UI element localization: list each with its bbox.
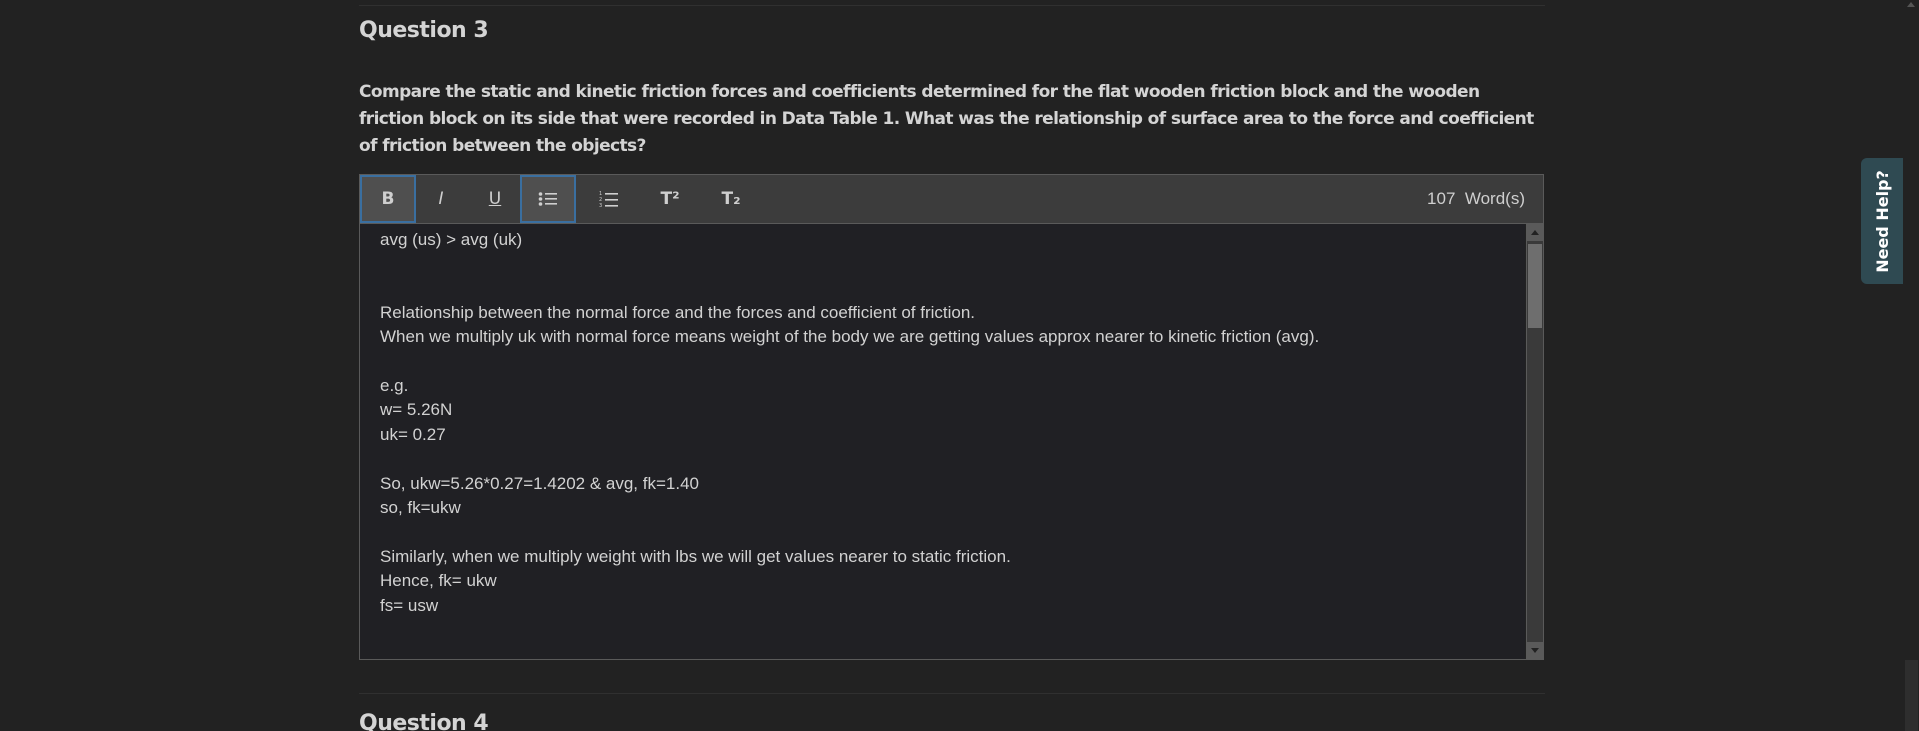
answer-line: w= 5.26N [380,400,453,419]
scroll-down-arrow-icon[interactable] [1527,642,1543,659]
scroll-thumb[interactable] [1528,244,1542,328]
subscript-button[interactable]: T₂ [703,175,759,223]
page-scrollbar[interactable] [1904,0,1919,731]
bold-icon: B [381,189,395,209]
superscript-icon: T² [660,189,680,209]
word-count: 107 Word(s) [1427,175,1525,223]
italic-button[interactable]: I [413,175,469,223]
bullet-list-icon [538,192,557,206]
editor-toolbar: B I U 1 2 3 T² T₂ 107 Word(s) [360,175,1543,224]
numbered-list-button[interactable]: 1 2 3 [581,175,637,223]
underline-icon: U [488,189,502,209]
bold-button[interactable]: B [360,175,416,223]
question-3-title: Question 3 [359,18,489,43]
word-count-label: Word(s) [1464,189,1525,208]
page: Question 3 Compare the static and kineti… [0,0,1919,731]
answer-line: fs= usw [380,596,439,615]
answer-line: Similarly, when we multiply weight with … [380,547,1011,566]
superscript-button[interactable]: T² [642,175,698,223]
divider [359,693,1545,694]
svg-text:3: 3 [599,203,602,208]
question-4-title: Question 4 [359,711,489,731]
bullet-list-button[interactable] [520,175,576,223]
page-scroll-up-icon[interactable] [1907,2,1915,7]
answer-line: Relationship between the normal force an… [380,303,976,322]
answer-text-area[interactable]: avg (us) > avg (uk) Relationship between… [360,224,1525,659]
answer-line: uk= 0.27 [380,425,446,444]
answer-line: e.g. [380,376,409,395]
need-help-label: Need Help? [1872,169,1892,273]
question-3-prompt: Compare the static and kinetic friction … [359,82,1534,156]
subscript-icon: T₂ [721,189,741,209]
scroll-up-arrow-icon[interactable] [1527,224,1543,241]
word-count-value: 107 [1427,189,1456,208]
answer-line: When we multiply uk with normal force me… [380,327,1320,346]
answer-line: Hence, fk= ukw [380,571,497,590]
editor-scrollbar[interactable] [1526,224,1543,659]
need-help-tab[interactable]: Need Help? [1861,158,1903,284]
page-scroll-thumb[interactable] [1905,660,1918,731]
divider [359,5,1545,6]
answer-editor: B I U 1 2 3 T² T₂ 107 Word(s) avg (us) >… [359,174,1544,660]
answer-line: so, fk=ukw [380,498,461,517]
answer-line: avg (us) > avg (uk) [380,230,523,249]
italic-icon: I [438,189,444,209]
numbered-list-icon: 1 2 3 [599,191,618,208]
answer-line: So, ukw=5.26*0.27=1.4202 & avg, fk=1.40 [380,474,699,493]
underline-button[interactable]: U [467,175,523,223]
